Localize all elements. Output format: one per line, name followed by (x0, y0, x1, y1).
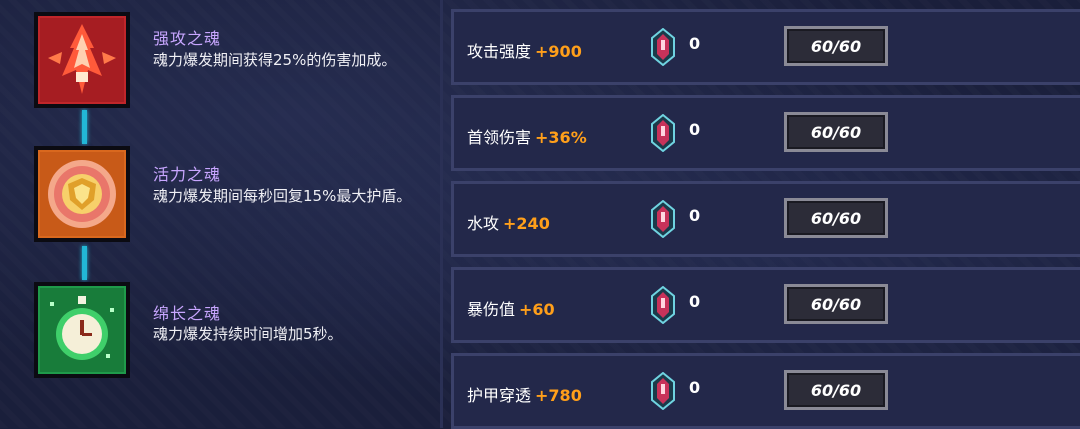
panel-divider (440, 0, 443, 428)
gem-count: 0 (689, 34, 701, 53)
stat-row: 首领伤害 +36% 0 60/60 (451, 95, 1080, 171)
level-box[interactable]: 60/60 (784, 112, 888, 152)
gem-count: 0 (689, 292, 701, 311)
soul-description: 魂力爆发期间每秒回复15%最大护盾。 (153, 187, 412, 205)
stat-label: 水攻 +240 (467, 214, 550, 233)
stat-bonus: +36% (535, 128, 587, 147)
gem-count: 0 (689, 206, 701, 225)
stat-label: 暴伤值 +60 (467, 300, 555, 319)
stat-bonus: +900 (535, 42, 582, 61)
soul-gem-icon (651, 114, 675, 152)
stat-bonus: +240 (503, 214, 550, 233)
stat-label: 护甲穿透 +780 (467, 386, 582, 405)
soul-description: 魂力爆发持续时间增加5秒。 (153, 325, 343, 343)
stat-bonus: +60 (519, 300, 555, 319)
level-box[interactable]: 60/60 (784, 26, 888, 66)
shield-emblem-icon[interactable] (34, 146, 130, 242)
stat-bonus: +780 (535, 386, 582, 405)
soul-title: 绵长之魂 (153, 304, 222, 323)
soul-title: 活力之魂 (153, 165, 222, 184)
gem-count: 0 (689, 120, 701, 139)
stat-row: 水攻 +240 0 60/60 (451, 181, 1080, 257)
stat-label: 首领伤害 +36% (467, 128, 587, 147)
level-box[interactable]: 60/60 (784, 284, 888, 324)
soul-gem-icon (651, 28, 675, 66)
soul-gem-icon (651, 286, 675, 324)
soul-connector (82, 110, 87, 144)
flame-dagger-icon[interactable] (34, 12, 130, 108)
stat-row: 暴伤值 +60 0 60/60 (451, 267, 1080, 343)
gem-count: 0 (689, 378, 701, 397)
soul-title: 强攻之魂 (153, 29, 222, 48)
level-box[interactable]: 60/60 (784, 198, 888, 238)
soul-gem-icon (651, 372, 675, 410)
stopwatch-icon[interactable] (34, 282, 130, 378)
soul-connector (82, 246, 87, 280)
stat-row: 攻击强度 +900 0 60/60 (451, 9, 1080, 85)
level-box[interactable]: 60/60 (784, 370, 888, 410)
stat-label: 攻击强度 +900 (467, 42, 582, 61)
soul-gem-icon (651, 200, 675, 238)
soul-description: 魂力爆发期间获得25%的伤害加成。 (153, 51, 397, 69)
stat-row: 护甲穿透 +780 0 60/60 (451, 353, 1080, 429)
